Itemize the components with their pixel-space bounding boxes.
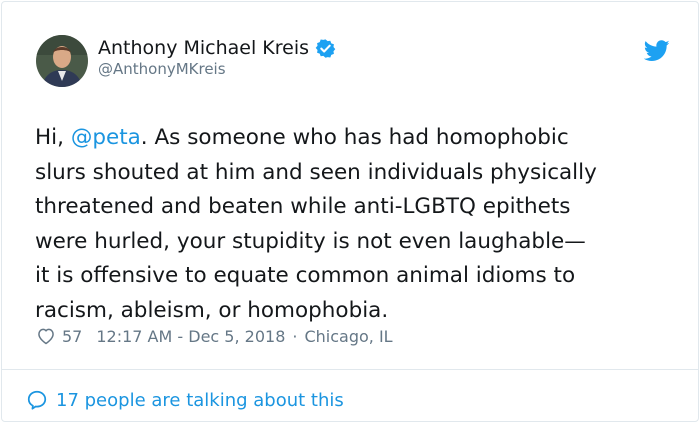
tweet-meta: 57 12:17 AM - Dec 5, 2018 · Chicago, IL <box>36 324 393 348</box>
tweet-card: Anthony Michael Kreis @AnthonyMKreis Hi,… <box>1 1 699 422</box>
tweet-text: Hi, @peta. As someone who has had homoph… <box>35 121 675 328</box>
heart-icon[interactable] <box>36 326 56 346</box>
meta-separator: · <box>292 326 298 346</box>
speech-bubble-icon <box>27 390 47 410</box>
author-handle[interactable]: @AnthonyMKreis <box>98 60 226 78</box>
tweet-greeting: Hi, <box>35 125 71 150</box>
avatar[interactable] <box>36 35 88 87</box>
twitter-bird-icon[interactable] <box>644 40 670 62</box>
tweet-body: . As someone who has had homophobic slur… <box>35 125 597 323</box>
conversation-link[interactable]: 17 people are talking about this <box>26 388 344 412</box>
tweet-location[interactable]: Chicago, IL <box>304 327 392 346</box>
tweet-timestamp[interactable]: 12:17 AM - Dec 5, 2018 <box>96 327 285 346</box>
like-count[interactable]: 57 <box>62 327 82 346</box>
author-row: Anthony Michael Kreis <box>98 36 336 60</box>
mention-link[interactable]: @peta <box>71 125 141 150</box>
author-name[interactable]: Anthony Michael Kreis <box>98 37 309 59</box>
verified-badge-icon <box>315 38 336 58</box>
talking-count-text[interactable]: 17 people are talking about this <box>56 390 344 411</box>
divider <box>2 369 698 370</box>
